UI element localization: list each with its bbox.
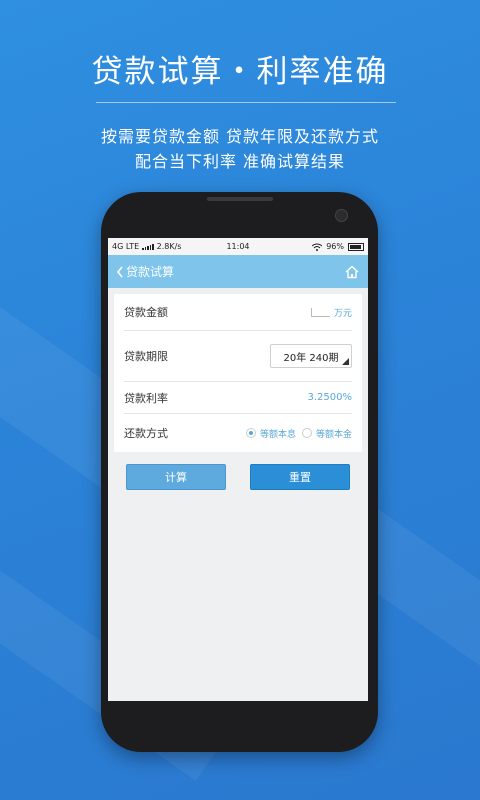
repay-options: 等额本息 等额本金 [245,427,352,440]
status-bar: 4G LTE 2.8K/s 11:04 96% [108,238,368,255]
amount-label: 贷款金额 [124,306,168,319]
period-select[interactable]: 20年 240期 [270,344,352,368]
repay-label: 还款方式 [124,427,168,440]
amount-input[interactable] [310,307,330,317]
promo-divider [96,102,396,103]
period-row: 贷款期限 20年 240期 [124,331,352,382]
phone-screen: 4G LTE 2.8K/s 11:04 96% 贷款试算 贷款金额 万元 贷款期… [108,238,368,701]
rate-row: 贷款利率 3.2500% [124,382,352,414]
repay-option-equal-installment[interactable]: 等额本息 [245,427,296,440]
repay-option-label: 等额本息 [259,429,296,440]
app-header: 贷款试算 [108,255,368,288]
radio-unchecked-icon[interactable] [301,428,312,438]
period-value: 20年 240期 [283,352,339,364]
reset-button[interactable]: 重置 [250,464,350,490]
promo-line-2: 配合当下利率 准确试算结果 [134,152,346,171]
battery-icon [348,242,364,251]
period-label: 贷款期限 [124,350,168,363]
home-icon[interactable] [344,264,360,280]
promo-line-1: 按需要贷款金额 贷款年限及还款方式 [100,127,380,146]
action-buttons: 计算 重置 [108,464,368,490]
dropdown-corner-icon [342,358,349,365]
calculate-button[interactable]: 计算 [126,464,226,490]
amount-row: 贷款金额 万元 [124,294,352,331]
repay-option-equal-principal[interactable]: 等额本金 [301,427,352,440]
amount-unit: 万元 [333,308,352,319]
rate-value[interactable]: 3.2500% [308,392,353,403]
radio-checked-icon[interactable] [245,428,256,438]
status-time: 11:04 [226,242,250,251]
promo-headline: 贷款试算・利率准确 [91,54,389,90]
phone-camera [335,209,348,222]
repay-option-label: 等额本金 [315,429,352,440]
page-title: 贷款试算 [126,265,175,279]
back-button[interactable]: 贷款试算 [116,263,174,280]
phone-speaker [207,197,273,201]
chevron-left-icon [116,266,123,277]
rate-label: 贷款利率 [124,391,168,405]
repay-row: 还款方式 等额本息 等额本金 [124,414,352,452]
loan-form: 贷款金额 万元 贷款期限 20年 240期 贷款利率 3.2500% 还款方式 … [114,294,362,452]
